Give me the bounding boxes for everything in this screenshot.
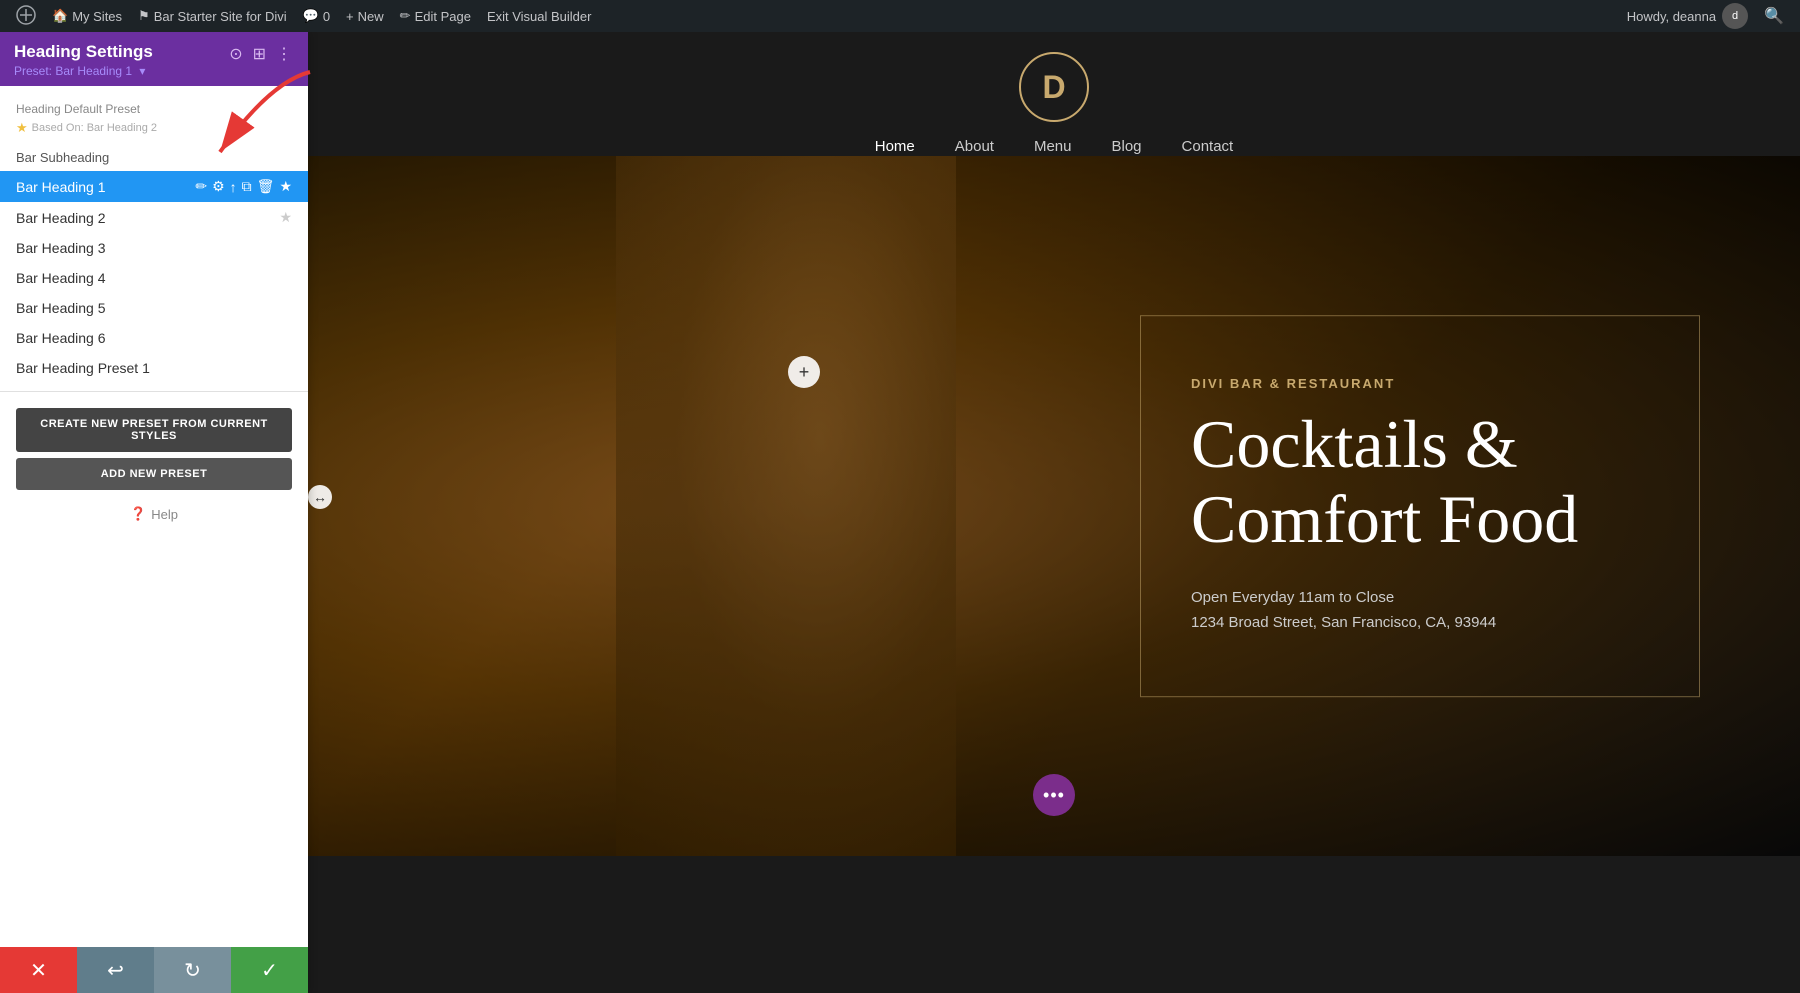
save-button[interactable]: ✓ xyxy=(231,947,308,993)
preset-bar-heading-1[interactable]: Bar Heading 1 ✏ ⚙ ↑ ⧉ 🗑 ★ xyxy=(0,171,308,202)
settings-icon[interactable]: ⚙ xyxy=(212,178,225,195)
resize-handle[interactable]: ↔ xyxy=(308,485,332,509)
avatar[interactable]: d xyxy=(1722,3,1748,29)
undo-icon: ↩ xyxy=(107,958,124,983)
nav-home[interactable]: Home xyxy=(875,138,915,156)
comment-icon: 💬 xyxy=(303,8,319,24)
checkmark-icon: ✓ xyxy=(261,958,278,983)
nav-contact[interactable]: Contact xyxy=(1182,138,1234,156)
duplicate-icon[interactable]: ⧉ xyxy=(242,178,252,195)
export-icon[interactable]: ↑ xyxy=(230,179,237,195)
subheading-label: Bar Subheading xyxy=(0,142,308,171)
bottom-toolbar: ✕ ↩ ↻ ✓ xyxy=(0,947,308,993)
add-new-preset-button[interactable]: ADD NEW PRESET xyxy=(16,458,292,490)
close-icon: ✕ xyxy=(30,958,47,983)
more-icon[interactable]: ⋮ xyxy=(274,42,294,66)
nav-links: Home About Menu Blog Contact xyxy=(875,138,1233,156)
maximize-icon[interactable]: ⊙ xyxy=(227,42,244,66)
redo-button[interactable]: ↻ xyxy=(154,947,231,993)
edit-page[interactable]: ✏ Edit Page xyxy=(392,0,479,32)
hero-section: + DIVI BAR & RESTAURANT Cocktails & Comf… xyxy=(308,156,1800,856)
preset-bar-heading-5[interactable]: Bar Heading 5 xyxy=(0,293,308,323)
star-icon: ★ xyxy=(16,120,28,136)
close-button[interactable]: ✕ xyxy=(0,947,77,993)
help-link[interactable]: ❓ Help xyxy=(0,496,308,532)
three-dots-menu[interactable]: ••• xyxy=(1033,774,1075,816)
preset-bar-heading-3[interactable]: Bar Heading 3 xyxy=(0,233,308,263)
exit-visual-builder[interactable]: Exit Visual Builder xyxy=(479,0,600,32)
panel-content: Heading Default Preset ★ Based On: Bar H… xyxy=(0,86,308,993)
site-name[interactable]: ⚑ Bar Starter Site for Divi xyxy=(130,0,295,32)
star-icon[interactable]: ★ xyxy=(279,178,292,195)
hero-content-box: DIVI BAR & RESTAURANT Cocktails & Comfor… xyxy=(1140,315,1700,697)
site-logo: D xyxy=(1019,52,1089,122)
hero-eyebrow: DIVI BAR & RESTAURANT xyxy=(1191,376,1649,391)
nav-blog[interactable]: Blog xyxy=(1112,138,1142,156)
pencil-icon: ✏ xyxy=(400,8,411,24)
admin-bar: 🏠 My Sites ⚑ Bar Starter Site for Divi 💬… xyxy=(0,0,1800,32)
divider xyxy=(0,391,308,392)
panel-header-left: Heading Settings Preset: Bar Heading 1 ▾ xyxy=(14,42,153,78)
website-preview: D Home About Menu Blog Contact + DIVI BA… xyxy=(308,32,1800,993)
heading-settings-panel: Heading Settings Preset: Bar Heading 1 ▾… xyxy=(0,32,308,993)
create-new-preset-button[interactable]: CREATE NEW PRESET FROM CURRENT STYLES xyxy=(16,408,292,452)
preset-bar-heading-2[interactable]: Bar Heading 2 ★ xyxy=(0,202,308,233)
delete-icon[interactable]: 🗑 xyxy=(257,178,275,195)
main-layout: Heading Settings Preset: Bar Heading 1 ▾… xyxy=(0,0,1800,993)
panel-header: Heading Settings Preset: Bar Heading 1 ▾… xyxy=(0,32,308,86)
default-preset-label: Heading Default Preset xyxy=(0,98,308,118)
sites-icon: 🏠 xyxy=(52,8,68,24)
wp-logo[interactable] xyxy=(8,0,44,32)
preset-bar-heading-preset-1[interactable]: Bar Heading Preset 1 xyxy=(0,353,308,383)
add-module-button[interactable]: + xyxy=(788,356,820,388)
star-icon[interactable]: ★ xyxy=(279,209,292,226)
comments[interactable]: 💬 0 xyxy=(295,0,338,32)
search-icon[interactable]: 🔍 xyxy=(1756,6,1792,26)
preset-bar-heading-6[interactable]: Bar Heading 6 xyxy=(0,323,308,353)
panel-title: Heading Settings xyxy=(14,42,153,62)
hero-title: Cocktails & Comfort Food xyxy=(1191,407,1649,557)
wp-icon xyxy=(16,5,36,28)
nav-menu[interactable]: Menu xyxy=(1034,138,1072,156)
edit-icon[interactable]: ✏ xyxy=(195,178,207,195)
new-button[interactable]: + New xyxy=(338,0,392,32)
site-nav: D Home About Menu Blog Contact xyxy=(308,32,1800,156)
undo-button[interactable]: ↩ xyxy=(77,947,154,993)
hero-address: Open Everyday 11am to Close 1234 Broad S… xyxy=(1191,585,1649,636)
plus-icon: + xyxy=(346,9,354,24)
howdy-text: Howdy, deanna d xyxy=(1619,3,1756,29)
based-on: ★ Based On: Bar Heading 2 xyxy=(0,118,308,142)
nav-about[interactable]: About xyxy=(955,138,994,156)
redo-icon: ↻ xyxy=(184,958,201,983)
preset-bar-heading-4[interactable]: Bar Heading 4 xyxy=(0,263,308,293)
site-icon: ⚑ xyxy=(138,8,150,24)
help-icon: ❓ xyxy=(130,506,146,522)
grid-icon[interactable]: ⊞ xyxy=(251,42,268,66)
preset-selector[interactable]: Preset: Bar Heading 1 ▾ xyxy=(14,64,153,78)
my-sites[interactable]: 🏠 My Sites xyxy=(44,0,130,32)
panel-header-icons: ⊙ ⊞ ⋮ xyxy=(227,42,294,66)
